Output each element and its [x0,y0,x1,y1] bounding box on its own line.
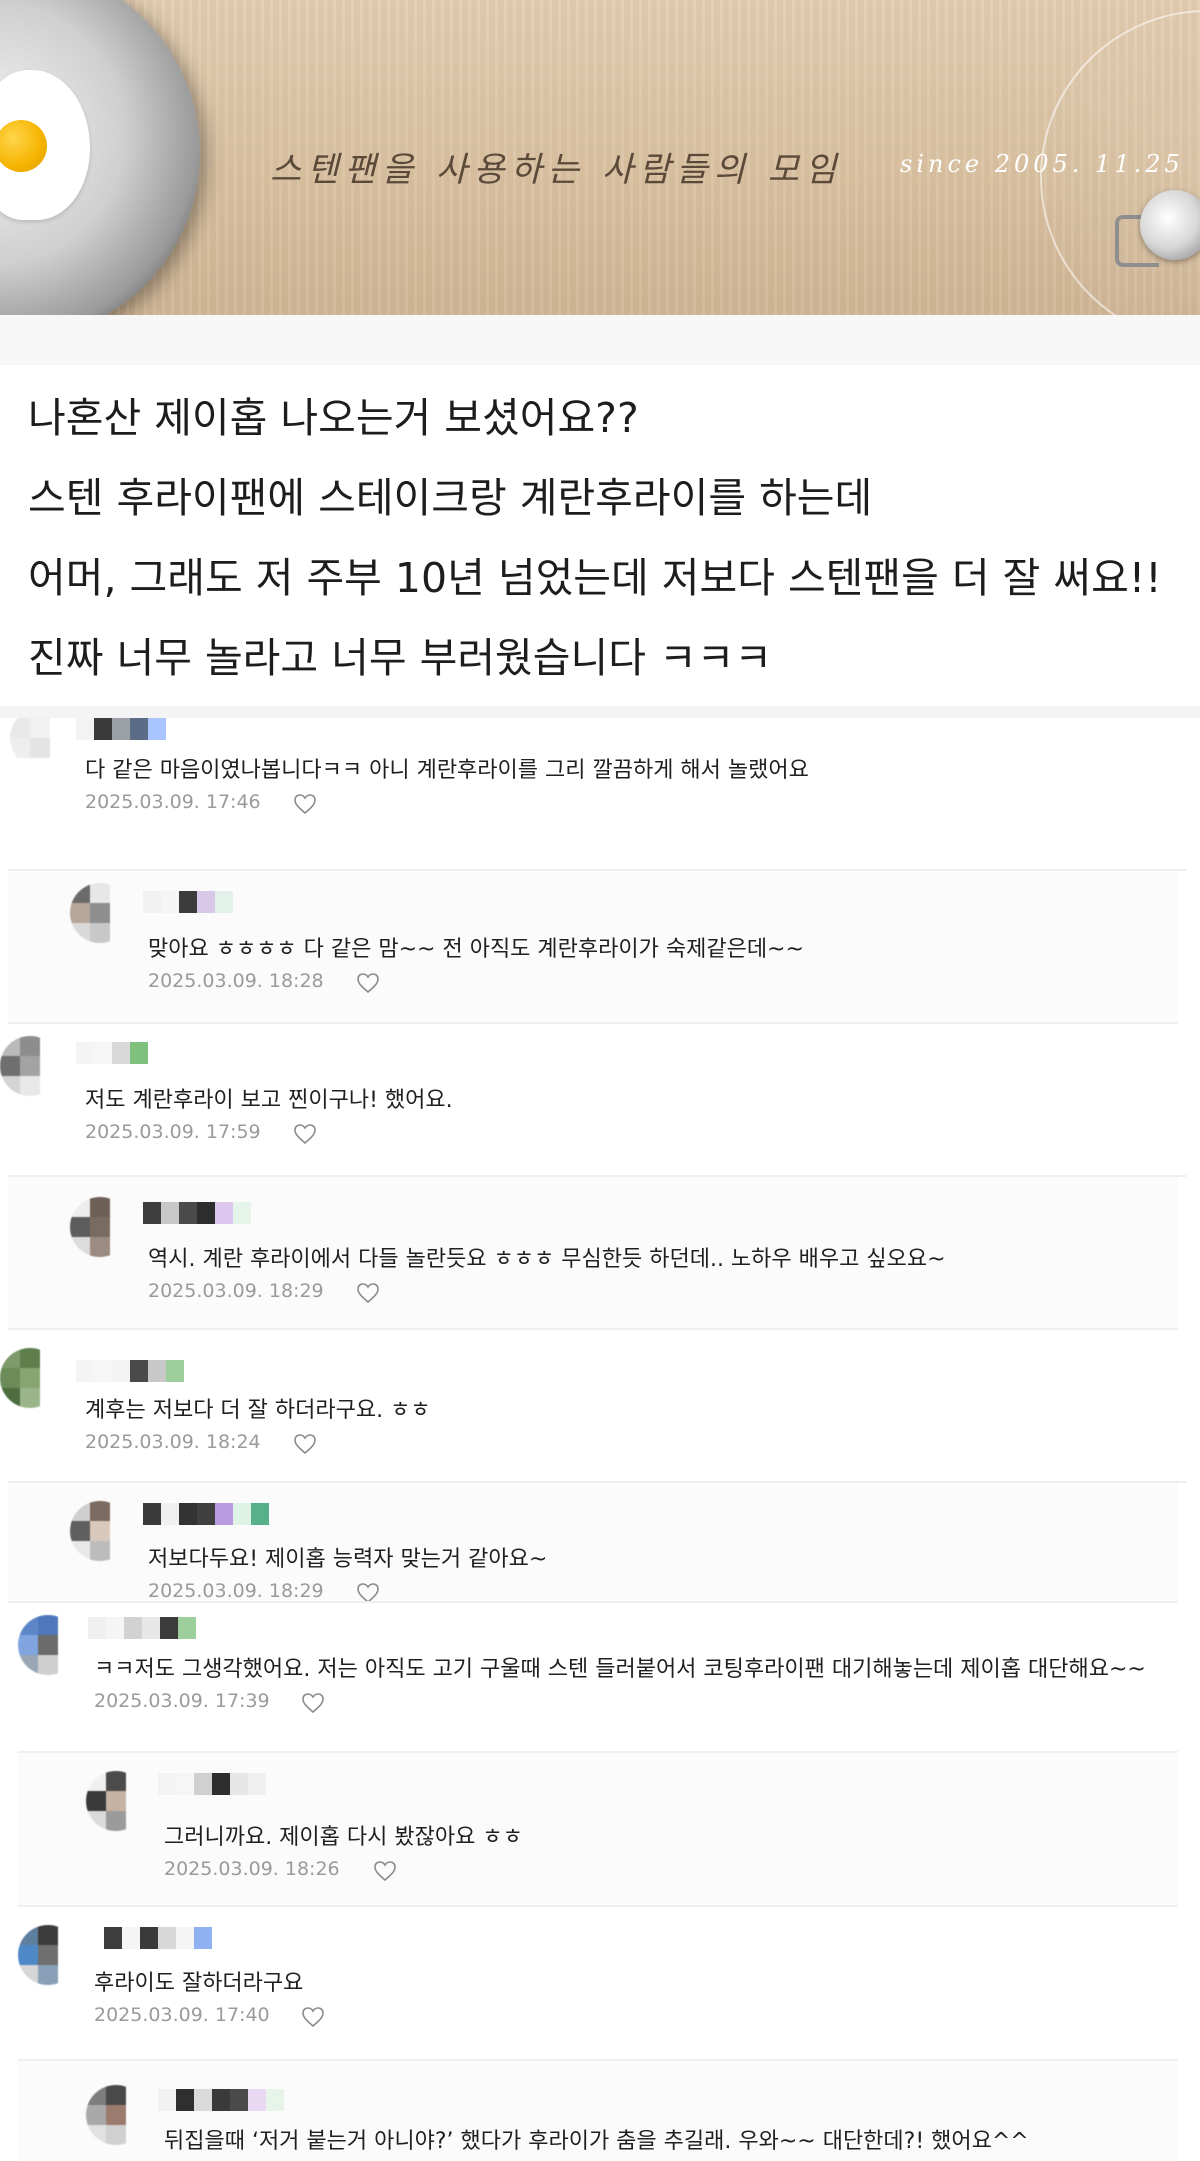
nickname-blurred[interactable] [104,1927,212,1949]
comment-item: 계후는 저보다 더 잘 하더라구요. ㅎㅎ 2025.03.09. 18:24 [0,1330,1186,1483]
comment-text: 뒤집을때 ‘저거 붙는거 아니야?’ 했다가 후라이가 춤을 추길래. 우와~~… [164,2129,1029,2154]
heart-outline-icon[interactable] [356,1582,380,1603]
post-line: 나혼산 제이홉 나오는거 보셨어요?? [28,394,639,442]
comment-date: 2025.03.09. 18:29 [148,1580,324,1602]
avatar[interactable] [70,1197,130,1257]
nickname-blurred[interactable] [158,1773,266,1795]
comment-text: 저보다두요! 제이홉 능력자 맞는거 같아요~ [148,1547,548,1572]
avatar[interactable] [0,1036,60,1096]
comment-date: 2025.03.09. 18:28 [148,970,324,992]
comment-item: ㅋㅋ저도 그생각했어요. 저는 아직도 고기 구울때 스텐 들러붙어서 코팅후라… [18,1603,1178,1753]
post-line: 어머, 그래도 저 주부 10년 넘었는데 저보다 스텐팬을 더 잘 써요!! [28,554,1162,602]
banner-separator [0,315,1200,365]
comment-text: 저도 계란후라이 보고 찐이구나! 했어요. [85,1088,453,1113]
post-line: 스텐 후라이팬에 스테이크랑 계란후라이를 하는데 [28,474,873,522]
heart-outline-icon[interactable] [356,1282,380,1304]
nickname-blurred[interactable] [158,2089,284,2111]
heart-outline-icon[interactable] [293,1123,317,1145]
nickname-blurred[interactable] [143,1503,269,1525]
nickname-blurred[interactable] [88,1617,196,1639]
comment-date: 2025.03.09. 17:59 [85,1121,261,1143]
avatar[interactable] [70,1501,130,1561]
heart-outline-icon[interactable] [301,2006,325,2028]
comment-text: 그러니까요. 제이홉 다시 봤잖아요 ㅎㅎ [164,1825,523,1850]
comment-date: 2025.03.09. 18:29 [148,1280,324,1302]
avatar[interactable] [70,883,130,943]
heart-outline-icon[interactable] [373,1860,397,1882]
avatar[interactable] [86,2085,146,2145]
comment-text: ㅋㅋ저도 그생각했어요. 저는 아직도 고기 구울때 스텐 들러붙어서 코팅후라… [94,1657,1146,1682]
comment-date: 2025.03.09. 17:46 [85,791,261,813]
avatar[interactable] [0,1348,60,1408]
comment-date: 2025.03.09. 17:40 [94,2004,270,2026]
avatar[interactable] [18,1925,78,1985]
nickname-blurred[interactable] [143,891,233,913]
comment-text: 계후는 저보다 더 잘 하더라구요. ㅎㅎ [85,1398,431,1423]
cafe-title: 스텐팬을 사용하는 사람들의 모임 [270,150,843,190]
comment-item: 저도 계란후라이 보고 찐이구나! 했어요. 2025.03.09. 17:59 [0,1024,1186,1177]
comment-date: 2025.03.09. 18:24 [85,1431,261,1453]
avatar[interactable] [86,1771,146,1831]
nickname-blurred[interactable] [76,718,166,740]
comment-date: 2025.03.09. 17:39 [94,1690,270,1712]
heart-outline-icon[interactable] [293,1433,317,1455]
avatar[interactable] [10,708,70,768]
heart-outline-icon[interactable] [301,1692,325,1714]
comment-text: 다 같은 마음이였나봅니다ㅋㅋ 아니 계란후라이를 그리 깔끔하게 해서 놀랬어… [85,758,809,783]
comment-reply-item: 맞아요 ㅎㅎㅎㅎ 다 같은 맘~~ 전 아직도 계란후라이가 숙제같은데~~ 2… [8,871,1178,1024]
comment-text: 후라이도 잘하더라구요 [94,1971,304,1996]
comment-text: 맞아요 ㅎㅎㅎㅎ 다 같은 맘~~ 전 아직도 계란후라이가 숙제같은데~~ [148,937,804,962]
avatar[interactable] [18,1615,78,1675]
comment-reply-item: 역시. 계란 후라이에서 다들 놀란듯요 ㅎㅎㅎ 무심한듯 하던데.. 노하우 … [8,1177,1178,1330]
post-line: 진짜 너무 놀라고 너무 부러웠습니다 ㅋㅋㅋ [28,634,773,682]
comment-list: 다 같은 마음이였나봅니다ㅋㅋ 아니 계란후라이를 그리 깔끔하게 해서 놀랬어… [0,718,1200,2161]
comment-reply-item: 뒤집을때 ‘저거 붙는거 아니야?’ 했다가 후라이가 춤을 추길래. 우와~~… [18,2061,1178,2161]
nickname-blurred[interactable] [76,1042,148,1064]
nickname-blurred[interactable] [76,1360,184,1382]
comment-item: 다 같은 마음이였나봅니다ㅋㅋ 아니 계란후라이를 그리 깔끔하게 해서 놀랬어… [8,718,1186,871]
cafe-banner: 스텐팬을 사용하는 사람들의 모임 since 2005. 11.25 [0,0,1200,315]
comment-reply-item: 저보다두요! 제이홉 능력자 맞는거 같아요~ 2025.03.09. 18:2… [8,1483,1178,1603]
comment-text: 역시. 계란 후라이에서 다들 놀란듯요 ㅎㅎㅎ 무심한듯 하던데.. 노하우 … [148,1247,946,1272]
heart-outline-icon[interactable] [293,793,317,815]
section-divider [0,706,1200,718]
comment-date: 2025.03.09. 18:26 [164,1858,340,1880]
cafe-since-date: since 2005. 11.25 [900,150,1184,178]
post-body: 나혼산 제이홉 나오는거 보셨어요?? 스텐 후라이팬에 스테이크랑 계란후라이… [28,378,1178,698]
comment-reply-item: 그러니까요. 제이홉 다시 봤잖아요 ㅎㅎ 2025.03.09. 18:26 [18,1753,1178,1907]
nickname-blurred[interactable] [143,1202,251,1224]
comment-item: 후라이도 잘하더라구요 2025.03.09. 17:40 [18,1907,1178,2061]
heart-outline-icon[interactable] [356,972,380,994]
